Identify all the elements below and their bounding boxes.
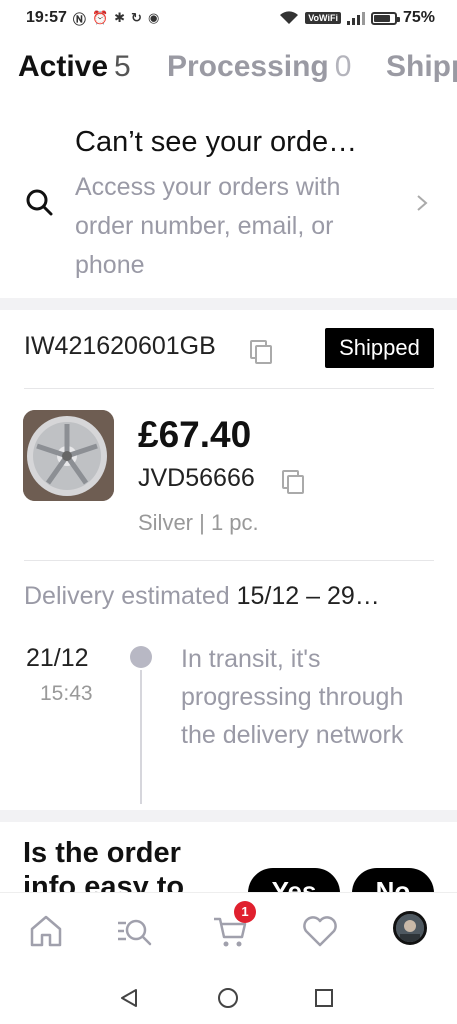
account-button[interactable] [393, 911, 433, 951]
status-bar: 19:57 Ⓝ ⏰ ✱ ↻ ◉ VoWiFi 75% [0, 0, 457, 36]
tab-count: 5 [114, 50, 131, 83]
tab-count: 0 [334, 50, 352, 83]
order-product[interactable]: £67.40 JVD56666 Silver | 1 pc. [0, 400, 457, 550]
home-circle-icon[interactable] [216, 986, 240, 1010]
event-date: 21/12 [26, 644, 89, 672]
delivery-estimate: Delivery estimated 15/12 – 29… [24, 582, 380, 611]
home-icon[interactable] [26, 911, 66, 951]
tab-active[interactable]: Active 5 [18, 50, 131, 84]
tab-label: Shipp [386, 50, 457, 83]
tracking-number: IW421620601GB [24, 332, 216, 360]
status-right: VoWiFi 75% [279, 9, 435, 27]
battery-percent: 75% [402, 9, 435, 26]
bluetooth-icon: ✱ [114, 10, 126, 25]
status-badge: Shipped [325, 328, 434, 368]
tab-shipped[interactable]: Shipp [386, 50, 457, 84]
heart-icon[interactable] [300, 911, 340, 951]
divider [24, 560, 434, 561]
chevron-right-icon [417, 195, 428, 211]
cart-button[interactable]: 1 [210, 901, 256, 951]
search-icon [26, 189, 53, 216]
back-icon[interactable] [118, 986, 142, 1010]
feedback-prompt: Is the order info easy to Yes No [0, 822, 457, 892]
order-card-header: IW421620601GB Shipped [0, 322, 457, 378]
tab-processing[interactable]: Processing 0 [167, 50, 351, 84]
vowifi-indicator: VoWiFi [305, 12, 341, 24]
cart-count-badge: 1 [234, 901, 256, 923]
wheel-image [23, 410, 114, 501]
copy-icon[interactable] [250, 340, 272, 364]
find-order-title: Can’t see your orde… [75, 126, 358, 158]
system-nav-bar [0, 976, 457, 1024]
status-left: 19:57 Ⓝ ⏰ ✱ ↻ ◉ [26, 9, 159, 28]
delivery-dates: 15/12 – 29… [236, 582, 380, 610]
app-notification-icon: ◉ [147, 10, 160, 25]
wifi-icon [280, 11, 299, 24]
section-divider [0, 810, 457, 822]
event-time: 15:43 [40, 682, 93, 705]
section-divider [0, 298, 457, 310]
nfc-icon: Ⓝ [72, 11, 86, 27]
product-thumbnail [23, 410, 114, 501]
find-order-link[interactable]: Can’t see your orde… Access your orders … [0, 118, 457, 296]
timeline-line [140, 670, 142, 804]
bottom-nav: 1 [0, 892, 457, 976]
no-button[interactable]: No [352, 868, 434, 892]
avatar [393, 911, 427, 945]
delivery-label: Delivery estimated [24, 582, 230, 610]
feedback-question: Is the order info easy to [23, 837, 185, 892]
divider [24, 388, 434, 389]
product-variant: Silver | 1 pc. [138, 510, 259, 535]
timeline-dot [130, 646, 152, 668]
event-description: In transit, it's progressing through the… [181, 645, 404, 749]
copy-icon[interactable] [282, 470, 304, 494]
category-search-icon[interactable] [114, 911, 154, 951]
signal-icon [346, 12, 365, 25]
product-sku: JVD56666 [138, 464, 255, 492]
tracking-timeline[interactable]: 21/12 15:43 In transit, it's progressing… [0, 640, 457, 810]
tab-label: Processing [167, 50, 329, 83]
find-order-description: Access your orders with order number, em… [75, 173, 341, 279]
order-status-tabs: Active 5 Processing 0 Shipp [0, 50, 457, 112]
yes-button[interactable]: Yes [248, 868, 340, 892]
recent-apps-icon[interactable] [312, 986, 336, 1010]
status-time: 19:57 [26, 9, 67, 26]
tab-label: Active [18, 50, 109, 83]
order-price: £67.40 [138, 414, 252, 455]
alarm-icon: ⏰ [91, 10, 109, 25]
battery-icon [370, 11, 400, 25]
sync-icon: ↻ [131, 10, 142, 25]
